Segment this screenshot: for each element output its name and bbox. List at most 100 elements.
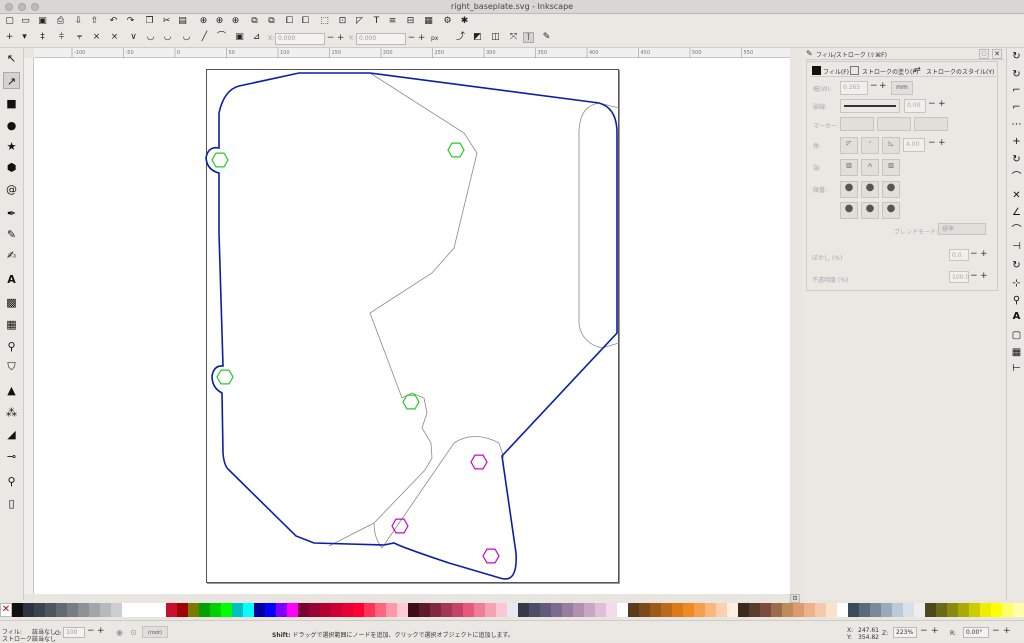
group-icon[interactable]: ⧠ xyxy=(284,16,295,27)
palette-swatch[interactable] xyxy=(276,603,287,617)
palette-swatch[interactable] xyxy=(540,603,551,617)
clone-icon[interactable]: ⧉ xyxy=(266,16,277,27)
symmetric-node-icon[interactable]: ◡ xyxy=(162,32,173,43)
node-tool-icon[interactable]: ↗ xyxy=(3,72,20,89)
miter-limit-field[interactable]: 4.00 xyxy=(903,138,925,152)
palette-swatch[interactable] xyxy=(287,603,298,617)
round-join-icon[interactable]: ◜ xyxy=(861,137,879,154)
dash-increase-button[interactable]: + xyxy=(938,99,946,109)
opacity-field[interactable]: 100.0 xyxy=(949,271,969,283)
palette-swatch[interactable] xyxy=(309,603,320,617)
save-icon[interactable]: ▣ xyxy=(37,16,48,27)
palette-swatch[interactable] xyxy=(859,603,870,617)
preferences-icon[interactable]: ⚙ xyxy=(442,16,453,27)
palette-swatch[interactable] xyxy=(56,603,67,617)
join-nodes-icon[interactable]: ⫩ xyxy=(56,32,67,43)
palette-swatch[interactable] xyxy=(826,603,837,617)
palette-swatch[interactable] xyxy=(969,603,980,617)
palette-swatch[interactable] xyxy=(947,603,958,617)
blur-decrease-button[interactable]: − xyxy=(970,249,978,259)
snap-text-baseline-icon[interactable]: A xyxy=(1010,310,1023,323)
palette-swatch[interactable] xyxy=(320,603,331,617)
delete-node-icon[interactable]: ‡ xyxy=(37,32,48,43)
palette-swatch[interactable] xyxy=(133,603,144,617)
palette-swatch[interactable] xyxy=(353,603,364,617)
paste-icon[interactable]: ▤ xyxy=(177,16,188,27)
palette-swatch[interactable] xyxy=(430,603,441,617)
palette-swatch[interactable] xyxy=(155,603,166,617)
smooth-node-icon[interactable]: ◡ xyxy=(145,32,156,43)
order-markers-stroke-fill-icon[interactable]: ● xyxy=(882,202,900,219)
palette-swatch[interactable] xyxy=(936,603,947,617)
palette-swatch[interactable] xyxy=(683,603,694,617)
palette-swatch[interactable] xyxy=(1013,603,1024,617)
import-icon[interactable]: ⇩ xyxy=(73,16,84,27)
palette-swatch[interactable] xyxy=(782,603,793,617)
palette-swatch[interactable] xyxy=(243,603,254,617)
break-path-icon[interactable]: ⫧ xyxy=(74,32,85,43)
x-increase-button[interactable]: + xyxy=(336,33,345,44)
palette-swatch[interactable] xyxy=(496,603,507,617)
inner-profile-path[interactable] xyxy=(328,72,478,547)
round-cap-icon[interactable]: ∩ xyxy=(861,159,879,176)
dash-pattern-select[interactable] xyxy=(840,99,900,113)
palette-swatch[interactable] xyxy=(199,603,210,617)
rectangle-tool-icon[interactable]: ■ xyxy=(3,95,20,112)
vertical-scrollbar[interactable] xyxy=(790,48,802,600)
layer-visibility-icon[interactable]: ◉ xyxy=(116,628,123,637)
palette-swatch[interactable] xyxy=(749,603,760,617)
snap-page-border-icon[interactable]: ▢ xyxy=(1010,329,1023,342)
palette-swatch[interactable] xyxy=(694,603,705,617)
snap-smooth-nodes-icon[interactable]: ⌒ xyxy=(1010,224,1023,237)
palette-swatch[interactable] xyxy=(716,603,727,617)
duplicate-icon[interactable]: ⧉ xyxy=(249,16,260,27)
palette-swatch[interactable] xyxy=(661,603,672,617)
palette-swatch[interactable] xyxy=(78,603,89,617)
text-tool-icon[interactable]: A xyxy=(3,271,20,288)
snap-grids-icon[interactable]: ▦ xyxy=(1010,346,1023,359)
eraser-tool-icon[interactable]: ◢ xyxy=(3,426,20,443)
rotation-decrease[interactable]: − xyxy=(992,626,1000,636)
palette-swatch[interactable] xyxy=(375,603,386,617)
dropper-tool-icon[interactable]: ⚲ xyxy=(3,338,20,355)
palette-swatch[interactable] xyxy=(177,603,188,617)
dropdown-icon[interactable]: ▾ xyxy=(19,32,30,43)
cut-icon[interactable]: ✂ xyxy=(161,16,172,27)
palette-swatch[interactable] xyxy=(892,603,903,617)
square-cap-icon[interactable]: ▥ xyxy=(882,159,900,176)
order-stroke-fill-markers-icon[interactable]: ● xyxy=(861,181,879,198)
3d-box-tool-icon[interactable]: ⬢ xyxy=(3,159,20,176)
layer-lock-icon[interactable]: ⊙ xyxy=(130,628,137,637)
palette-swatch[interactable] xyxy=(617,603,628,617)
order-markers-fill-stroke-icon[interactable]: ● xyxy=(840,202,858,219)
palette-swatch[interactable] xyxy=(529,603,540,617)
snap-bbox-edges-icon[interactable]: ⌐ xyxy=(1010,84,1023,97)
palette-swatch[interactable] xyxy=(331,603,342,617)
palette-swatch[interactable] xyxy=(903,603,914,617)
ungroup-icon[interactable]: ⧠ xyxy=(300,16,311,27)
export-icon[interactable]: ⇧ xyxy=(89,16,100,27)
palette-swatch[interactable] xyxy=(386,603,397,617)
palette-swatch[interactable] xyxy=(210,603,221,617)
palette-swatch[interactable] xyxy=(606,603,617,617)
no-paint-swatch[interactable]: ✕ xyxy=(0,603,12,617)
zoom-increase[interactable]: + xyxy=(931,626,939,636)
green-hex-hole[interactable] xyxy=(447,142,465,158)
palette-swatch[interactable] xyxy=(760,603,771,617)
palette-swatch[interactable] xyxy=(804,603,815,617)
line-segment-icon[interactable]: ╱ xyxy=(199,32,210,43)
pencil-tool-icon[interactable]: ✎ xyxy=(3,226,20,243)
redo-icon[interactable]: ↷ xyxy=(125,16,136,27)
layers-icon[interactable]: ≡ xyxy=(387,16,398,27)
palette-swatch[interactable] xyxy=(518,603,529,617)
palette-swatch[interactable] xyxy=(34,603,45,617)
palette-swatch[interactable] xyxy=(991,603,1002,617)
palette-swatch[interactable] xyxy=(408,603,419,617)
spray-tool-icon[interactable]: ▩ xyxy=(3,294,20,311)
pen-tool-icon[interactable]: ✒ xyxy=(3,205,20,222)
measure-tool-icon[interactable]: ▯ xyxy=(3,495,20,512)
zoom-page-icon[interactable]: ⊕ xyxy=(230,16,241,27)
spray-paint-tool-icon[interactable]: ⁂ xyxy=(3,404,20,421)
palette-swatch[interactable] xyxy=(815,603,826,617)
snap-intersections-icon[interactable]: ✕ xyxy=(1010,189,1023,202)
